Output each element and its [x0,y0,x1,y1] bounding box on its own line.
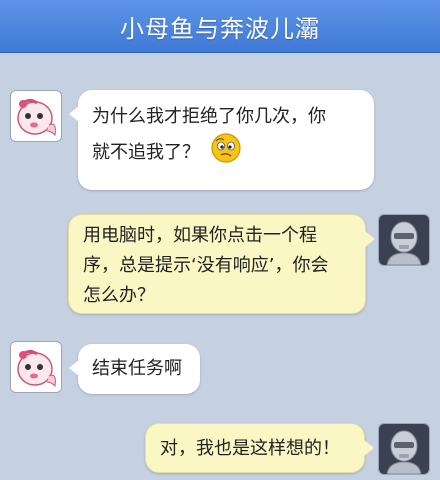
message-text: 怎么办？ [83,285,155,306]
chat-header: 小母鱼与奔波儿灞 [0,0,440,53]
thinking-emoji-icon [210,132,242,174]
cartoon-fish-avatar[interactable] [10,341,62,393]
message-bubble-1[interactable]: 为什么我才拒绝了你几次，你 就不追我了？ [69,90,374,190]
cartoon-fish-avatar[interactable] [10,90,62,142]
message-text: 就不追我了？ [92,132,360,174]
message-bubble-4[interactable]: 对，我也是这样想的！ [145,423,374,473]
robot-avatar[interactable] [378,423,430,475]
message-text: 为什么我才拒绝了你几次，你 [92,106,326,127]
message-text: 用电脑时，如果你点击一个程 [83,225,317,246]
message-text: 结束任务啊 [92,358,182,379]
chat-title: 小母鱼与奔波儿灞 [120,14,320,43]
robot-avatar[interactable] [378,214,430,266]
message-bubble-3[interactable]: 结束任务啊 [69,344,200,394]
message-text: 对，我也是这样想的！ [160,438,340,459]
message-bubble-2[interactable]: 用电脑时，如果你点击一个程 序，总是提示‘没有响应’，你会 怎么办？ [68,214,375,314]
message-text: 序，总是提示‘没有响应’，你会 [83,255,329,276]
